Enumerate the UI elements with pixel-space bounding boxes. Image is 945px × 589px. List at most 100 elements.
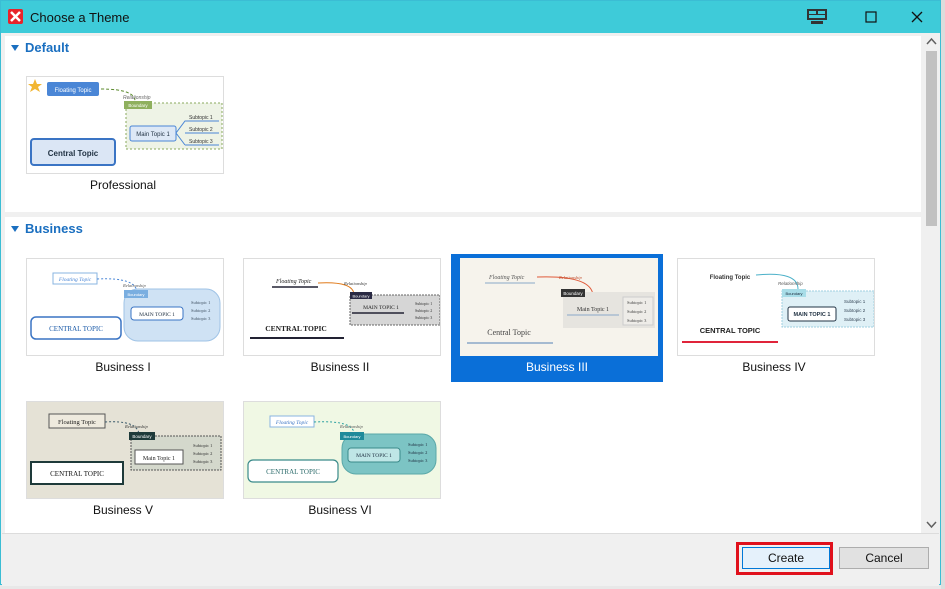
theme-thumbnail: Floating Topic Relationship Boundary MAI… xyxy=(26,258,224,356)
theme-list[interactable]: Default Floating Topic Relationship Boun… xyxy=(2,33,923,533)
svg-text:Floating Topic: Floating Topic xyxy=(55,88,92,94)
svg-text:Subtopic 1: Subtopic 1 xyxy=(191,300,210,305)
svg-text:Main Topic 1: Main Topic 1 xyxy=(143,456,175,462)
section-title: Business xyxy=(25,221,83,236)
svg-text:Subtopic 1: Subtopic 1 xyxy=(415,301,432,306)
vertical-scrollbar[interactable] xyxy=(923,33,940,533)
theme-thumbnail: Floating Topic Relationship Boundary Mai… xyxy=(26,401,224,499)
svg-text:Subtopic 2: Subtopic 2 xyxy=(408,450,427,455)
theme-label: Business IV xyxy=(742,360,806,374)
choose-theme-dialog: Choose a Theme Default Floating Topic Re… xyxy=(0,0,941,586)
svg-text:Relationship: Relationship xyxy=(123,95,151,101)
svg-text:Subtopic 3: Subtopic 3 xyxy=(191,316,211,321)
scrollbar-thumb[interactable] xyxy=(926,51,937,226)
svg-text:Subtopic 1: Subtopic 1 xyxy=(189,115,213,121)
theme-business-2[interactable]: Floating Topic Relationship Boundary MAI… xyxy=(234,254,446,382)
svg-text:MAIN TOPIC 1: MAIN TOPIC 1 xyxy=(363,305,399,311)
theme-business-5[interactable]: Floating Topic Relationship Boundary Mai… xyxy=(17,397,229,525)
theme-label: Business III xyxy=(525,360,589,374)
svg-text:CENTRAL TOPIC: CENTRAL TOPIC xyxy=(265,324,327,333)
svg-text:Central Topic: Central Topic xyxy=(487,328,531,337)
svg-text:Floating Topic: Floating Topic xyxy=(275,279,312,285)
theme-label: Business V xyxy=(92,503,154,517)
section-default: Default Floating Topic Relationship Boun… xyxy=(5,36,921,212)
create-button-highlight xyxy=(736,542,833,575)
svg-text:Boundary: Boundary xyxy=(128,103,148,108)
layout-icon[interactable] xyxy=(794,1,840,33)
svg-text:Relationship: Relationship xyxy=(339,424,363,429)
svg-text:Boundary: Boundary xyxy=(132,434,152,439)
svg-text:Subtopic 3: Subtopic 3 xyxy=(193,459,213,464)
cancel-button[interactable]: Cancel xyxy=(839,547,929,569)
window-title: Choose a Theme xyxy=(30,10,130,25)
section-header-default[interactable]: Default xyxy=(11,40,69,55)
svg-text:Subtopic 3: Subtopic 3 xyxy=(627,318,647,323)
svg-text:Subtopic 3: Subtopic 3 xyxy=(415,315,432,320)
theme-thumbnail: Floating Topic Relationship Boundary MAI… xyxy=(677,258,875,356)
theme-label: Professional xyxy=(89,178,157,192)
collapse-triangle-icon xyxy=(11,44,19,51)
title-bar[interactable]: Choose a Theme xyxy=(1,1,940,33)
svg-text:CENTRAL TOPIC: CENTRAL TOPIC xyxy=(49,325,103,333)
svg-text:MAIN TOPIC 1: MAIN TOPIC 1 xyxy=(356,453,392,459)
svg-text:Relationship: Relationship xyxy=(124,424,148,429)
xmind-icon xyxy=(8,9,23,24)
close-icon[interactable] xyxy=(894,1,940,33)
svg-text:Floating Topic: Floating Topic xyxy=(710,275,751,281)
svg-text:Relationship: Relationship xyxy=(778,281,803,286)
svg-text:Central Topic: Central Topic xyxy=(48,149,99,158)
svg-text:Subtopic 1: Subtopic 1 xyxy=(844,299,866,304)
star-icon xyxy=(28,79,42,92)
svg-text:Floating Topic: Floating Topic xyxy=(488,275,525,281)
theme-thumbnail: Floating Topic Relationship Boundary Mai… xyxy=(460,258,658,356)
theme-label: Business II xyxy=(310,360,370,374)
svg-text:CENTRAL TOPIC: CENTRAL TOPIC xyxy=(266,468,320,476)
svg-text:Subtopic 3: Subtopic 3 xyxy=(408,458,428,463)
svg-text:Floating Topic: Floating Topic xyxy=(58,419,96,426)
theme-label: Business I xyxy=(95,360,151,374)
theme-business-4[interactable]: Floating Topic Relationship Boundary MAI… xyxy=(668,254,880,382)
theme-professional[interactable]: Floating Topic Relationship Boundary Mai… xyxy=(17,72,229,200)
svg-text:Relationship: Relationship xyxy=(343,281,367,286)
scroll-up-icon xyxy=(926,37,937,45)
svg-text:Subtopic 2: Subtopic 2 xyxy=(189,127,213,133)
svg-text:Floating Topic: Floating Topic xyxy=(275,420,309,426)
svg-text:Subtopic 2: Subtopic 2 xyxy=(415,308,432,313)
svg-text:MAIN TOPIC 1: MAIN TOPIC 1 xyxy=(794,312,831,318)
section-title: Default xyxy=(25,40,70,55)
svg-text:Relationship: Relationship xyxy=(558,275,582,280)
theme-business-1[interactable]: Floating Topic Relationship Boundary MAI… xyxy=(17,254,229,382)
background-window-edge xyxy=(941,0,945,589)
svg-text:Boundary: Boundary xyxy=(127,292,144,297)
svg-text:Subtopic 3: Subtopic 3 xyxy=(844,317,866,322)
svg-text:Subtopic 1: Subtopic 1 xyxy=(627,300,646,305)
svg-text:Subtopic 1: Subtopic 1 xyxy=(193,443,212,448)
svg-text:MAIN TOPIC 1: MAIN TOPIC 1 xyxy=(139,312,175,318)
svg-text:Relationship: Relationship xyxy=(122,283,146,288)
theme-business-6[interactable]: Floating Topic Relationship Boundary MAI… xyxy=(234,397,446,525)
section-header-business[interactable]: Business xyxy=(11,221,83,236)
svg-text:Boundary: Boundary xyxy=(563,291,583,296)
svg-text:CENTRAL TOPIC: CENTRAL TOPIC xyxy=(700,326,761,335)
theme-label: Business VI xyxy=(308,503,372,517)
svg-text:CENTRAL TOPIC: CENTRAL TOPIC xyxy=(50,470,104,478)
section-business: Business Floating Topic Relationship Bou… xyxy=(5,217,921,533)
theme-business-3[interactable]: Floating Topic Relationship Boundary Mai… xyxy=(451,254,663,382)
theme-thumbnail: Floating Topic Relationship Boundary MAI… xyxy=(243,258,441,356)
svg-text:Subtopic 2: Subtopic 2 xyxy=(191,308,210,313)
svg-text:Subtopic 2: Subtopic 2 xyxy=(627,309,646,314)
theme-thumbnail: Floating Topic Relationship Boundary MAI… xyxy=(243,401,441,499)
svg-text:Main Topic 1: Main Topic 1 xyxy=(136,132,170,138)
theme-thumbnail: Floating Topic Relationship Boundary Mai… xyxy=(26,76,224,174)
svg-text:Subtopic 3: Subtopic 3 xyxy=(189,139,213,145)
svg-text:Boundary: Boundary xyxy=(343,434,360,439)
collapse-triangle-icon xyxy=(11,225,19,232)
svg-text:Boundary: Boundary xyxy=(785,291,802,296)
svg-text:Main Topic 1: Main Topic 1 xyxy=(577,307,609,313)
svg-text:Subtopic 1: Subtopic 1 xyxy=(408,442,427,447)
maximize-icon[interactable] xyxy=(848,1,894,33)
svg-text:Boundary: Boundary xyxy=(352,294,369,299)
svg-text:Subtopic 2: Subtopic 2 xyxy=(844,308,866,313)
scroll-down-icon xyxy=(926,521,937,529)
svg-text:Floating Topic: Floating Topic xyxy=(58,277,92,283)
